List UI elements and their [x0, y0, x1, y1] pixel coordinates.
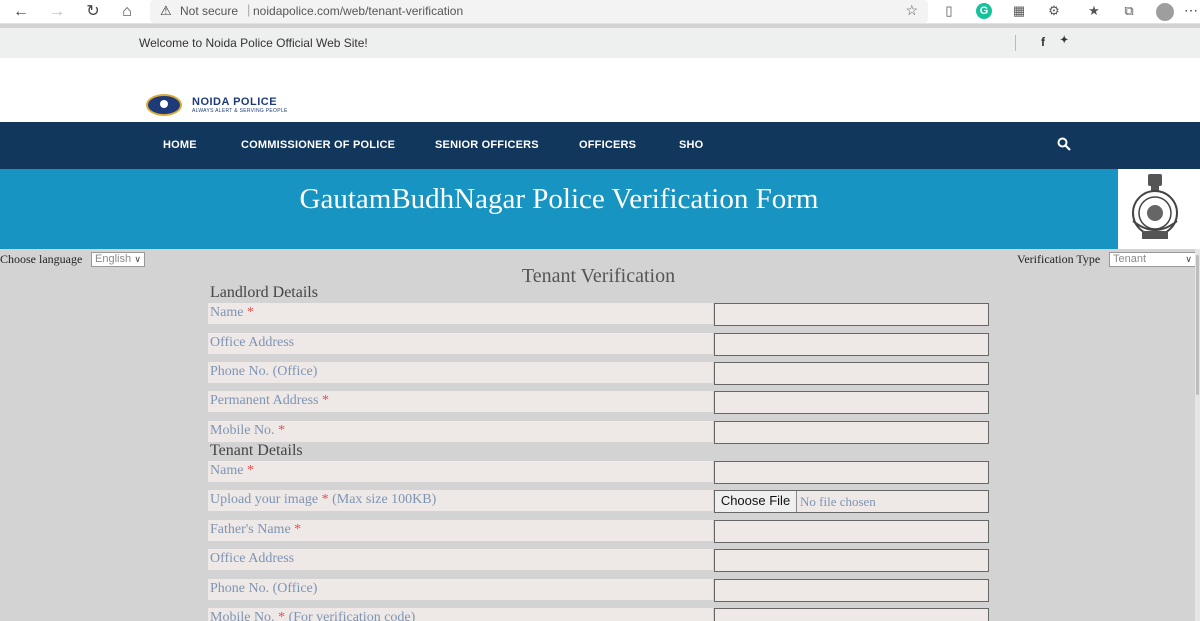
- logo-area: NOIDA POLICE ALWAYS ALERT & SERVING PEOP…: [0, 58, 1200, 122]
- welcome-bar: Welcome to Noida Police Official Web Sit…: [0, 28, 1200, 58]
- profile-avatar[interactable]: [1156, 3, 1174, 21]
- tenant-phone-label: Phone No. (Office): [210, 581, 318, 596]
- nav-sho[interactable]: SHO: [679, 139, 703, 151]
- landlord-phone-input[interactable]: [714, 362, 989, 385]
- tenant-father-name-label: Father's Name *: [210, 522, 302, 537]
- emblem-icon: [1132, 174, 1178, 239]
- tenant-name-label: Name *: [210, 463, 254, 478]
- grammarly-icon[interactable]: G: [976, 3, 992, 19]
- twitter-icon[interactable]: ✦: [1060, 35, 1068, 46]
- nav-senior-officers[interactable]: SENIOR OFFICERS: [435, 139, 539, 151]
- tenant-office-address-input[interactable]: [714, 549, 989, 572]
- page-banner: GautamBudhNagar Police Verification Form: [0, 169, 1200, 249]
- landlord-office-address-label: Office Address: [210, 335, 295, 350]
- tenant-office-address-label: Office Address: [210, 551, 295, 566]
- logo-name[interactable]: NOIDA POLICE: [192, 96, 277, 108]
- favorites-icon[interactable]: ★: [1086, 3, 1102, 19]
- tenant-section-title: Tenant Details: [210, 442, 303, 459]
- security-status: Not secure: [180, 4, 239, 18]
- main-nav: HOME COMMISSIONER OF POLICE SENIOR OFFIC…: [0, 122, 1200, 169]
- url-text[interactable]: noidapolice.com/web/tenant-verification: [253, 4, 463, 18]
- welcome-text: Welcome to Noida Police Official Web Sit…: [139, 36, 368, 50]
- landlord-office-address-input[interactable]: [714, 333, 989, 356]
- back-arrow-icon[interactable]: ←: [10, 2, 32, 22]
- landlord-permanent-address-label: Permanent Address *: [210, 393, 329, 408]
- tenant-name-input[interactable]: [714, 461, 989, 484]
- nav-officers[interactable]: OFFICERS: [579, 139, 636, 151]
- tenant-father-name-input[interactable]: [714, 520, 989, 543]
- tenant-image-row: Upload your image * (Max size 100KB): [208, 490, 713, 511]
- address-divider: |: [247, 2, 251, 17]
- forward-arrow-icon[interactable]: →: [46, 2, 68, 22]
- tenant-office-address-row: Office Address: [208, 549, 713, 570]
- favorite-star-icon[interactable]: ☆: [905, 2, 918, 19]
- tenant-image-file-input[interactable]: Choose File No file chosen: [714, 490, 989, 513]
- landlord-name-label: Name *: [210, 305, 254, 320]
- landlord-phone-row: Phone No. (Office): [208, 362, 713, 383]
- tenant-mobile-row: Mobile No. * (For verification code): [208, 608, 713, 621]
- landlord-permanent-address-input[interactable]: [714, 391, 989, 414]
- landlord-name-input[interactable]: [714, 303, 989, 326]
- nav-commissioner[interactable]: COMMISSIONER OF POLICE: [241, 139, 395, 151]
- tenant-name-row: Name *: [208, 461, 713, 482]
- page-title: GautamBudhNagar Police Verification Form: [299, 183, 819, 215]
- language-value: English: [95, 253, 132, 265]
- home-icon[interactable]: ⌂: [116, 2, 138, 22]
- search-icon[interactable]: [1057, 137, 1071, 151]
- form-title: Tenant Verification: [521, 265, 676, 287]
- landlord-mobile-label: Mobile No. *: [210, 423, 286, 438]
- tenant-phone-row: Phone No. (Office): [208, 579, 713, 600]
- address-bar[interactable]: ⚠ Not secure | noidapolice.com/web/tenan…: [150, 0, 928, 23]
- landlord-mobile-row: Mobile No. *: [208, 421, 713, 442]
- browser-toolbar: ← → ↻ ⌂ ⚠ Not secure | noidapolice.com/w…: [0, 0, 1200, 24]
- divider: [1015, 35, 1016, 51]
- police-logo-emblem[interactable]: [146, 94, 182, 116]
- verification-type-value: Tenant: [1113, 253, 1147, 265]
- landlord-phone-label: Phone No. (Office): [210, 364, 318, 379]
- warning-icon: ⚠: [160, 3, 172, 18]
- tenant-image-label: Upload your image * (Max size 100KB): [210, 492, 437, 507]
- logo-tagline: ALWAYS ALERT & SERVING PEOPLE: [192, 108, 288, 114]
- landlord-office-address-row: Office Address: [208, 333, 713, 354]
- tenant-father-name-row: Father's Name *: [208, 520, 713, 541]
- tenant-mobile-label: Mobile No. * (For verification code): [210, 610, 416, 621]
- facebook-icon[interactable]: f: [1041, 35, 1045, 49]
- tenant-phone-input[interactable]: [714, 579, 989, 602]
- extension-icon[interactable]: ▦: [1011, 3, 1027, 19]
- landlord-permanent-address-row: Permanent Address *: [208, 391, 713, 412]
- reload-icon[interactable]: ↻: [82, 2, 104, 22]
- puzzle-icon[interactable]: ⚙: [1046, 3, 1062, 19]
- browser-menu-icon[interactable]: ⋯: [1184, 2, 1198, 19]
- collections-icon[interactable]: ⧉: [1121, 3, 1137, 19]
- landlord-name-row: Name *: [208, 303, 713, 324]
- up-police-emblem: [1118, 169, 1200, 249]
- extension-page-icon[interactable]: ▯: [941, 3, 957, 19]
- landlord-section-title: Landlord Details: [210, 284, 318, 301]
- nav-home[interactable]: HOME: [163, 139, 197, 151]
- file-status-text: No file chosen: [800, 494, 876, 509]
- choose-file-button[interactable]: Choose File: [715, 491, 797, 512]
- tenant-mobile-input[interactable]: [714, 608, 989, 621]
- landlord-mobile-input[interactable]: [714, 421, 989, 444]
- scrollbar-thumb[interactable]: [1196, 255, 1199, 395]
